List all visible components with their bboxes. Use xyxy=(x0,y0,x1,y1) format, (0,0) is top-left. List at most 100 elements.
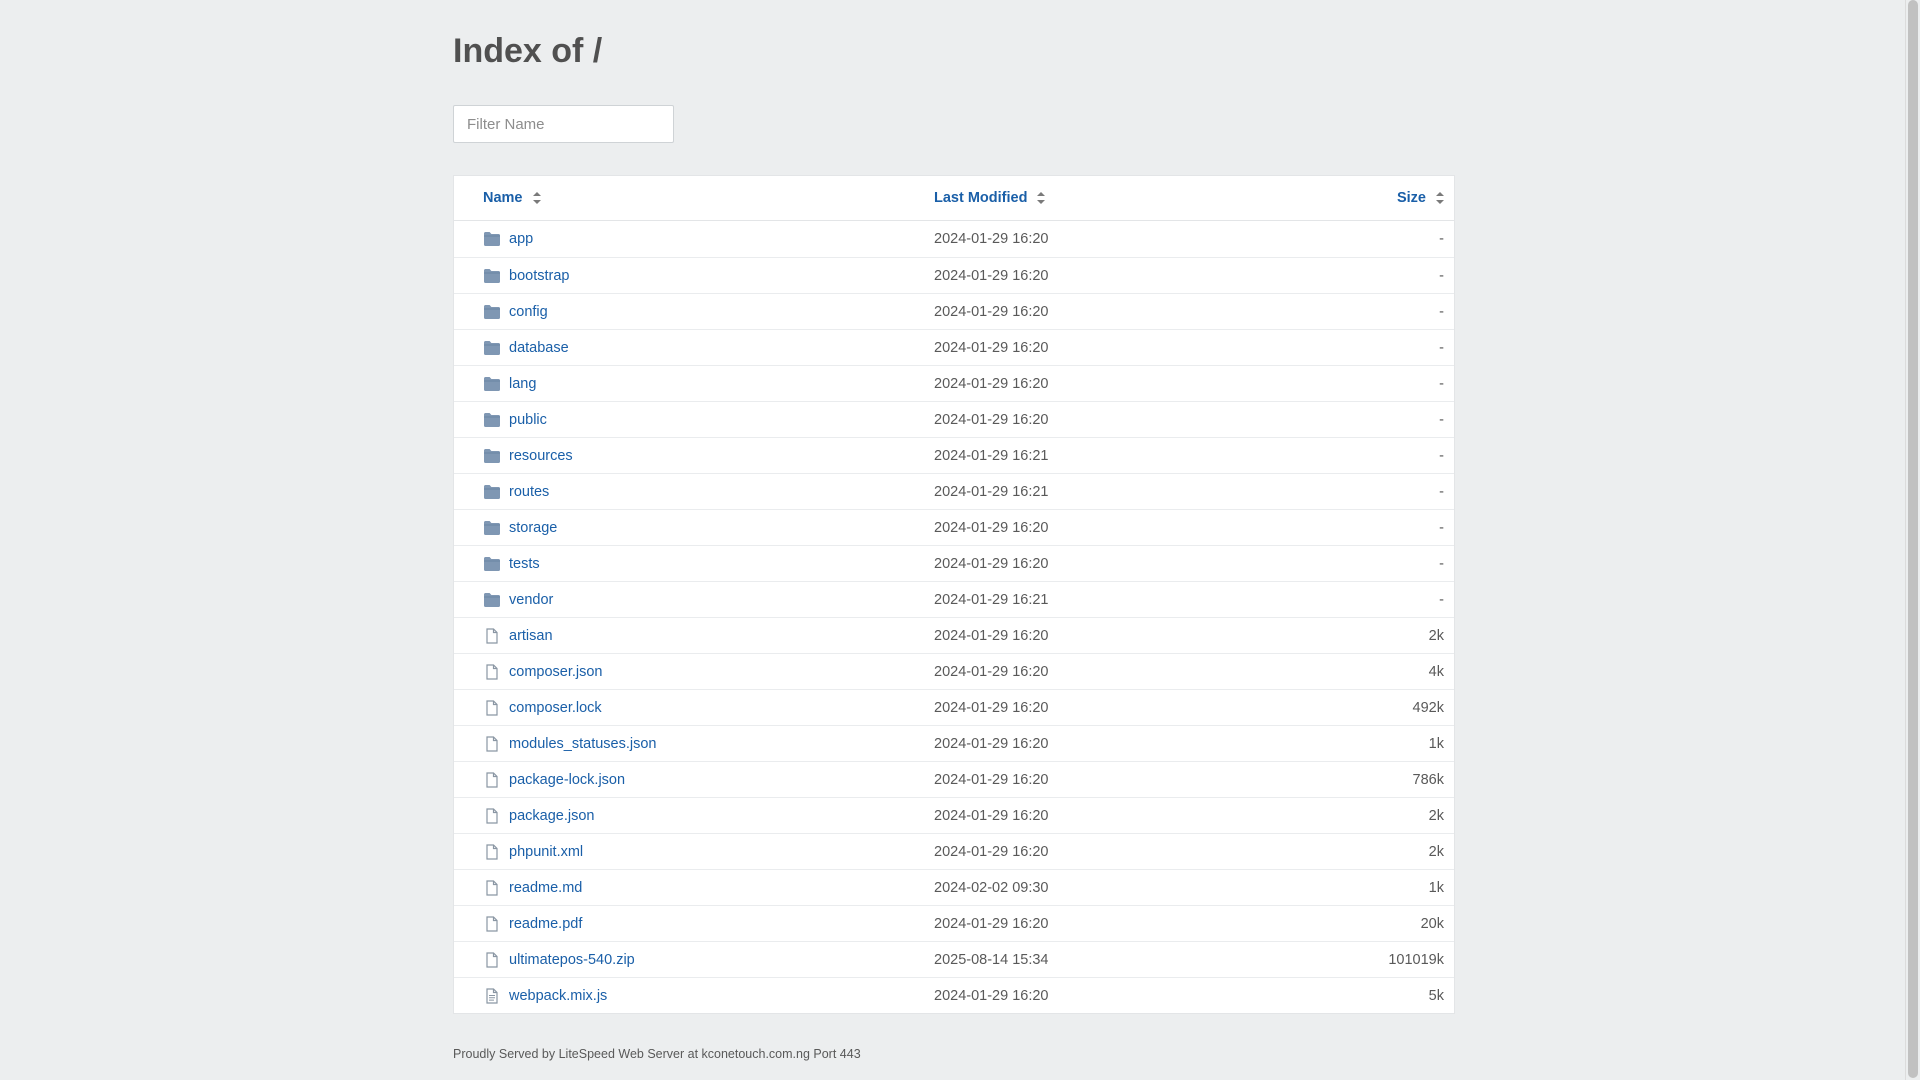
entry-link[interactable]: storage xyxy=(509,520,557,536)
file-icon xyxy=(483,663,501,680)
entry-link[interactable]: routes xyxy=(509,484,549,500)
folder-icon xyxy=(483,268,501,284)
entry-modified: 2025-08-14 15:34 xyxy=(934,951,1049,968)
entry-link[interactable]: ultimatepos-540.zip xyxy=(509,952,635,968)
entry-link[interactable]: webpack.mix.js xyxy=(509,988,607,1004)
entry-size: - xyxy=(1439,483,1444,500)
sort-by-size-link[interactable]: Size xyxy=(1397,190,1426,206)
entry-name-cell: readme.md xyxy=(483,870,582,905)
sort-by-name-link[interactable]: Name xyxy=(483,190,523,206)
list-item: database 2024-01-29 16:20 - xyxy=(454,329,1454,365)
entry-name-cell: resources xyxy=(483,438,573,473)
list-item: vendor 2024-01-29 16:21 - xyxy=(454,581,1454,617)
list-item: resources 2024-01-29 16:21 - xyxy=(454,437,1454,473)
entry-size: 2k xyxy=(1428,627,1444,644)
entry-link[interactable]: composer.lock xyxy=(509,700,602,716)
list-item: storage 2024-01-29 16:20 - xyxy=(454,509,1454,545)
entry-link[interactable]: readme.md xyxy=(509,880,582,896)
sort-icon[interactable] xyxy=(1436,192,1444,204)
entry-size: 786k xyxy=(1412,771,1444,788)
entry-link[interactable]: lang xyxy=(509,376,536,392)
entry-name-cell: readme.pdf xyxy=(483,906,582,941)
entry-link[interactable]: database xyxy=(509,340,569,356)
entry-modified: 2024-01-29 16:20 xyxy=(934,663,1049,680)
entry-link[interactable]: public xyxy=(509,412,547,428)
entry-name-cell: modules_statuses.json xyxy=(483,726,657,761)
size-column-header: Size xyxy=(1397,176,1444,220)
sort-icon[interactable] xyxy=(532,192,541,204)
list-item: artisan 2024-01-29 16:20 2k xyxy=(454,617,1454,653)
entry-name-cell: package-lock.json xyxy=(483,762,625,797)
entry-link[interactable]: vendor xyxy=(509,592,553,608)
file-icon xyxy=(483,951,501,968)
entry-size: 101019k xyxy=(1388,951,1444,968)
scrollbar-thumb[interactable] xyxy=(1908,0,1918,1078)
entry-link[interactable]: bootstrap xyxy=(509,268,569,284)
file-icon xyxy=(483,879,501,896)
folder-icon xyxy=(483,376,501,392)
entry-size: 20k xyxy=(1420,915,1444,932)
name-column-header: Name xyxy=(483,176,541,220)
entry-modified: 2024-01-29 16:20 xyxy=(934,915,1049,932)
file-icon xyxy=(483,627,501,644)
entry-size: - xyxy=(1439,555,1444,572)
page-title: Index of / xyxy=(453,32,603,70)
entry-link[interactable]: package.json xyxy=(509,808,594,824)
entry-link[interactable]: tests xyxy=(509,556,540,572)
folder-icon xyxy=(483,592,501,608)
folder-icon xyxy=(483,304,501,320)
list-item: public 2024-01-29 16:20 - xyxy=(454,401,1454,437)
entry-modified: 2024-01-29 16:20 xyxy=(934,339,1049,356)
entry-size: 5k xyxy=(1428,987,1444,1004)
entry-link[interactable]: app xyxy=(509,231,533,247)
entry-link[interactable]: resources xyxy=(509,448,573,464)
filter-name-input[interactable] xyxy=(453,105,674,143)
entry-modified: 2024-01-29 16:20 xyxy=(934,303,1049,320)
entry-modified: 2024-01-29 16:20 xyxy=(934,843,1049,860)
entry-modified: 2024-01-29 16:20 xyxy=(934,519,1049,536)
entry-modified: 2024-01-29 16:20 xyxy=(934,411,1049,428)
entry-name-cell: vendor xyxy=(483,582,553,617)
sort-icon[interactable] xyxy=(1037,192,1046,204)
entry-size: - xyxy=(1439,375,1444,392)
entry-link[interactable]: readme.pdf xyxy=(509,916,582,932)
list-item: composer.lock 2024-01-29 16:20 492k xyxy=(454,689,1454,725)
entry-size: 1k xyxy=(1428,735,1444,752)
file-text-icon xyxy=(483,987,501,1004)
folder-icon xyxy=(483,556,501,572)
sort-by-modified-link[interactable]: Last Modified xyxy=(934,190,1027,206)
entry-modified: 2024-01-29 16:20 xyxy=(934,807,1049,824)
entry-link[interactable]: phpunit.xml xyxy=(509,844,583,860)
list-item: config 2024-01-29 16:20 - xyxy=(454,293,1454,329)
list-item: tests 2024-01-29 16:20 - xyxy=(454,545,1454,581)
entry-modified: 2024-01-29 16:21 xyxy=(934,591,1049,608)
entry-name-cell: storage xyxy=(483,510,557,545)
entry-link[interactable]: artisan xyxy=(509,628,553,644)
entry-size: - xyxy=(1439,519,1444,536)
entry-modified: 2024-01-29 16:20 xyxy=(934,555,1049,572)
list-item: package.json 2024-01-29 16:20 2k xyxy=(454,797,1454,833)
entry-name-cell: lang xyxy=(483,366,536,401)
list-item: lang 2024-01-29 16:20 - xyxy=(454,365,1454,401)
folder-icon xyxy=(483,448,501,464)
list-item: bootstrap 2024-01-29 16:20 - xyxy=(454,257,1454,293)
entry-size: 492k xyxy=(1412,699,1444,716)
entry-link[interactable]: composer.json xyxy=(509,664,603,680)
entry-link[interactable]: package-lock.json xyxy=(509,772,625,788)
list-item: readme.md 2024-02-02 09:30 1k xyxy=(454,869,1454,905)
vertical-scrollbar[interactable] xyxy=(1905,0,1920,1080)
folder-icon xyxy=(483,231,501,247)
entry-modified: 2024-01-29 16:20 xyxy=(934,699,1049,716)
entry-link[interactable]: config xyxy=(509,304,548,320)
folder-icon xyxy=(483,520,501,536)
entry-size: 1k xyxy=(1428,879,1444,896)
entry-size: 2k xyxy=(1428,843,1444,860)
entry-size: - xyxy=(1439,267,1444,284)
list-item: package-lock.json 2024-01-29 16:20 786k xyxy=(454,761,1454,797)
folder-icon xyxy=(483,484,501,500)
entry-name-cell: config xyxy=(483,294,548,329)
entry-link[interactable]: modules_statuses.json xyxy=(509,736,657,752)
list-item: app 2024-01-29 16:20 - xyxy=(454,221,1454,257)
folder-icon xyxy=(483,340,501,356)
modified-column-header: Last Modified xyxy=(934,176,1046,220)
